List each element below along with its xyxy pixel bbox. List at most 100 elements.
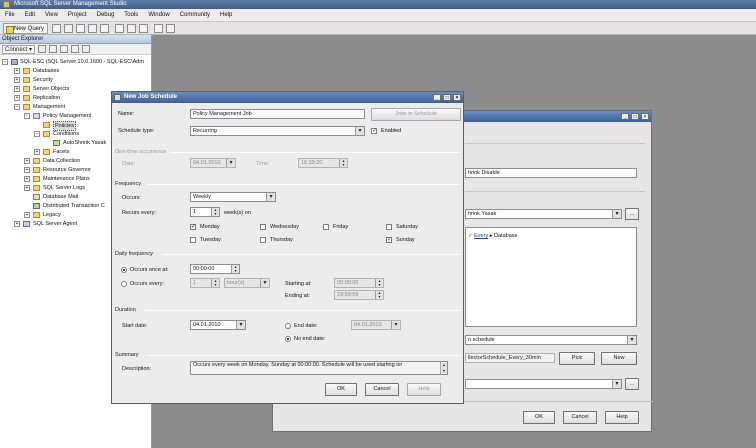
- menu-tools[interactable]: Tools: [119, 9, 143, 22]
- start-date-picker[interactable]: 04.01.2010: [190, 320, 246, 330]
- save-all-icon[interactable]: [139, 24, 148, 33]
- enabled-label: Enabled: [381, 128, 402, 134]
- wednesday-checkbox[interactable]: [260, 224, 266, 230]
- end-date-label: End date:: [294, 323, 318, 329]
- expand-icon[interactable]: +: [24, 167, 30, 173]
- one-time-group-label: One-time occurrence: [115, 149, 167, 155]
- every-link[interactable]: Every: [474, 233, 488, 239]
- expand-icon[interactable]: +: [24, 176, 30, 182]
- saturday-checkbox[interactable]: [386, 224, 392, 230]
- divider: [465, 191, 645, 192]
- evaluation-mode-dropdown[interactable]: n schedule: [465, 335, 637, 345]
- end-date-radio[interactable]: [285, 323, 291, 329]
- activity-monitor-icon[interactable]: [154, 24, 163, 33]
- save-icon[interactable]: [127, 24, 136, 33]
- stop-icon[interactable]: [60, 45, 68, 53]
- help-button[interactable]: Help: [605, 411, 639, 424]
- filter-icon[interactable]: [71, 45, 79, 53]
- menu-edit[interactable]: Edit: [20, 9, 40, 22]
- menu-community[interactable]: Community: [175, 9, 215, 22]
- expand-icon[interactable]: +: [34, 149, 40, 155]
- new-restriction-button[interactable]: ...: [625, 378, 639, 390]
- expand-icon[interactable]: +: [14, 221, 20, 227]
- close-icon[interactable]: ×: [453, 94, 461, 101]
- collapse-icon[interactable]: −: [24, 113, 30, 119]
- expand-icon[interactable]: +: [24, 158, 30, 164]
- pick-button[interactable]: Pick: [559, 352, 595, 365]
- disconnect-icon[interactable]: [49, 45, 57, 53]
- targets-box: ✓ Every ▸ Database: [465, 227, 637, 327]
- expand-icon[interactable]: +: [14, 68, 20, 74]
- friday-checkbox[interactable]: [323, 224, 329, 230]
- folder-icon: [23, 68, 30, 74]
- schedule-type-dropdown[interactable]: Recurring: [190, 126, 365, 136]
- ending-at-spinner: 23:59:59: [334, 290, 384, 300]
- check-condition-dropdown[interactable]: hrink Yasak: [465, 209, 622, 219]
- folder-icon: [33, 212, 40, 218]
- occurs-once-radio[interactable]: [121, 267, 127, 273]
- thursday-checkbox[interactable]: [260, 237, 266, 243]
- policy-name-field[interactable]: hrink Disable: [465, 168, 637, 178]
- monday-checkbox[interactable]: ✓: [190, 224, 196, 230]
- occurs-every-radio[interactable]: [121, 281, 127, 287]
- tree-label: SQL Server Agent: [33, 221, 78, 227]
- connect-button[interactable]: Connect ▾: [2, 45, 36, 54]
- expand-icon[interactable]: +: [14, 95, 20, 101]
- server-restriction-dropdown[interactable]: [465, 379, 622, 389]
- options-icon[interactable]: [166, 24, 175, 33]
- close-icon[interactable]: ×: [641, 113, 649, 120]
- minimize-icon[interactable]: _: [621, 113, 629, 120]
- folder-icon: [43, 122, 50, 128]
- recurs-every-spinner[interactable]: 1: [190, 207, 220, 217]
- maximize-icon[interactable]: □: [631, 113, 639, 120]
- new-query-button[interactable]: New Query: [3, 23, 49, 34]
- refresh-icon[interactable]: [82, 45, 90, 53]
- new-schedule-button[interactable]: New: [601, 352, 637, 365]
- schedule-name-input[interactable]: Policy Management Job: [190, 109, 365, 119]
- expand-icon[interactable]: +: [24, 185, 30, 191]
- tuesday-checkbox[interactable]: [190, 237, 196, 243]
- menu-project[interactable]: Project: [63, 9, 92, 22]
- no-end-date-radio[interactable]: [285, 336, 291, 342]
- occurs-label: Occurs:: [122, 195, 141, 201]
- starting-at-label: Starting at:: [285, 281, 312, 287]
- one-time-date-picker: 04.01.2010: [190, 158, 236, 168]
- dmx-query-icon[interactable]: [88, 24, 97, 33]
- expand-icon[interactable]: +: [14, 86, 20, 92]
- occurs-dropdown[interactable]: Weekly: [190, 192, 276, 202]
- sunday-checkbox[interactable]: ✓: [386, 237, 392, 243]
- description-scrollbar[interactable]: ▴ ▾: [440, 362, 447, 374]
- new-condition-button[interactable]: ...: [625, 208, 639, 220]
- ok-button[interactable]: OK: [523, 411, 555, 424]
- menu-help[interactable]: Help: [215, 9, 237, 22]
- open-file-icon[interactable]: [115, 24, 124, 33]
- connect-icon[interactable]: [38, 45, 46, 53]
- group-divider: [147, 184, 460, 185]
- folder-icon: [33, 167, 40, 173]
- expand-icon[interactable]: +: [14, 77, 20, 83]
- schedule-name-field: llectorSchedule_Every_30min: [465, 353, 555, 363]
- xmla-query-icon[interactable]: [100, 24, 109, 33]
- menu-window[interactable]: Window: [143, 9, 174, 22]
- minimize-icon[interactable]: _: [433, 94, 441, 101]
- database-query-icon[interactable]: [52, 24, 61, 33]
- menu-file[interactable]: File: [0, 9, 20, 22]
- occurs-once-time-spinner[interactable]: 00:00:00: [190, 264, 240, 274]
- collapse-icon[interactable]: −: [34, 131, 40, 137]
- menu-view[interactable]: View: [40, 9, 63, 22]
- expand-icon[interactable]: +: [24, 212, 30, 218]
- menu-debug[interactable]: Debug: [92, 9, 120, 22]
- end-date-picker: 04.01.2010: [351, 320, 401, 330]
- collapse-icon[interactable]: −: [2, 59, 8, 65]
- tree-label: Conditions: [53, 131, 79, 137]
- analysis-query-icon[interactable]: [64, 24, 73, 33]
- cancel-button[interactable]: Cancel: [563, 411, 597, 424]
- enabled-checkbox[interactable]: ✓: [371, 128, 377, 134]
- ok-button[interactable]: OK: [325, 383, 357, 396]
- cancel-button[interactable]: Cancel: [365, 383, 399, 396]
- collapse-icon[interactable]: −: [14, 104, 20, 110]
- targets-row[interactable]: ✓ Every ▸ Database: [468, 232, 518, 240]
- mdx-query-icon[interactable]: [76, 24, 85, 33]
- start-date-label: Start date:: [122, 323, 148, 329]
- maximize-icon[interactable]: □: [443, 94, 451, 101]
